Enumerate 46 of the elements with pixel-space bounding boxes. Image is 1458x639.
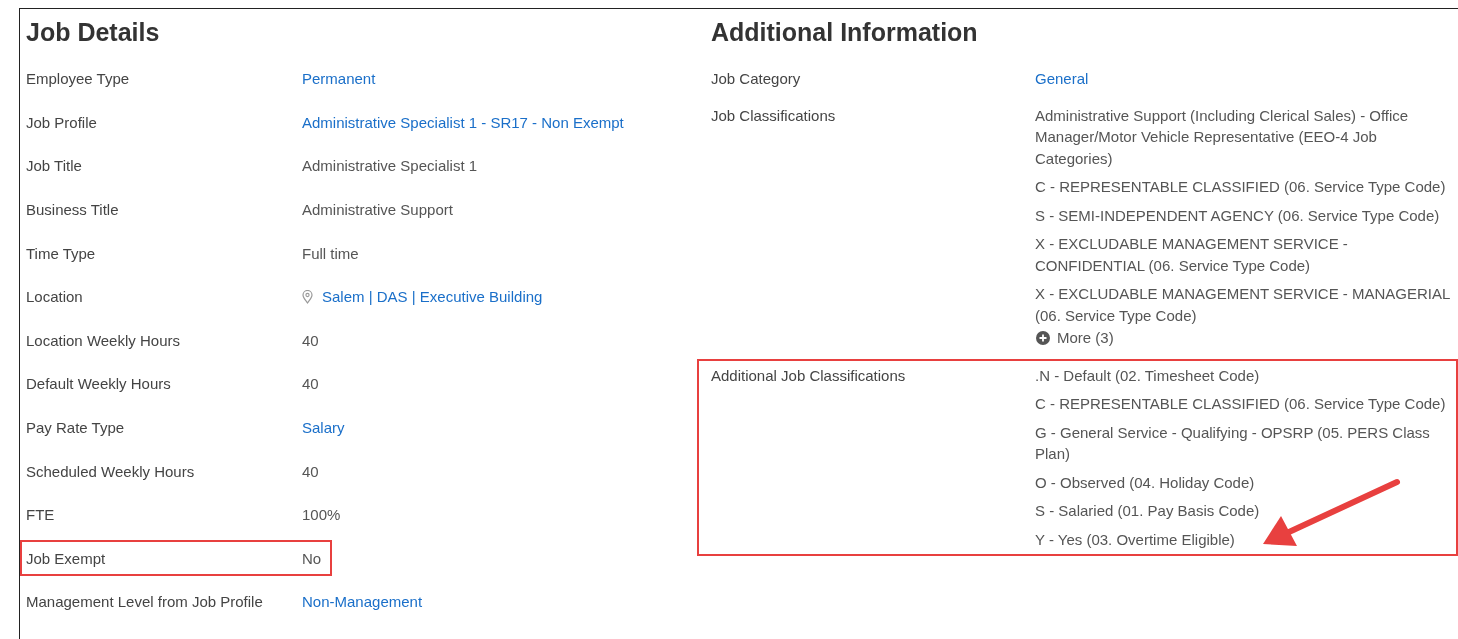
field-value: 40 — [302, 331, 319, 349]
classification-item: X - EXCLUDABLE MANAGEMENT SERVICE - MANAGERIAL (06. Service Type Code) — [1035, 284, 1451, 326]
field-label: Job Category — [711, 69, 802, 89]
classification-item: G - General Service - Qualifying - OPSRP (05. PERS Class Plan) — [1035, 422, 1431, 464]
field-label: Time Type — [26, 244, 97, 262]
field-label: Job Title — [26, 157, 83, 175]
field-label: Employee Type — [26, 70, 131, 88]
field-value: No — [302, 549, 322, 567]
classification-item: Administrative Support (Including Clerical Sales) - Office Manager/Motor Vehicle Representative (EEO-4 Job Categories) — [1035, 105, 1410, 169]
section-title: Additional Information — [711, 17, 979, 47]
location-pin-icon — [302, 289, 313, 304]
plus-icon — [1035, 329, 1051, 346]
field-link[interactable]: General — [1035, 68, 1455, 90]
field-link[interactable]: Salary — [302, 419, 345, 437]
classification-item: S - SEMI-INDEPENDENT AGENCY (06. Service Type Code) — [1035, 205, 1441, 226]
classification-item: C - REPRESENTABLE CLASSIFIED (06. Service Type Code) — [1035, 394, 1447, 414]
field-label: Job Exempt — [26, 549, 107, 567]
field-label: Business Title — [26, 201, 120, 219]
classification-item: O - Observed (04. Holiday Code) — [1035, 472, 1256, 493]
classification-item: C - REPRESENTABLE CLASSIFIED (06. Service Type Code) — [1035, 177, 1447, 197]
field-value: Full time — [302, 244, 359, 262]
more-button[interactable]: More (3) — [1035, 327, 1114, 349]
classification-item: X - EXCLUDABLE MANAGEMENT SERVICE - CONFIDENTIAL (06. Service Type Code) — [1035, 234, 1349, 276]
field-label: Pay Rate Type — [26, 419, 126, 437]
classification-item: S - Salaried (01. Pay Basis Code) — [1035, 501, 1261, 521]
field-link[interactable]: Permanent — [302, 70, 376, 88]
field-value: Administrative Support — [302, 201, 453, 219]
field-label: Job Profile — [26, 113, 98, 131]
field-link[interactable]: Non-Management — [302, 593, 423, 611]
field-label: Job Classifications — [711, 105, 837, 126]
location-link[interactable]: Salem | DAS | Executive Building — [322, 288, 543, 306]
field-value: Administrative Specialist 1 — [302, 157, 478, 175]
field-label: Management Level from Job Profile — [26, 593, 264, 611]
field-label: FTE — [26, 506, 56, 524]
field-value: 100% — [302, 506, 341, 524]
field-value: 40 — [302, 462, 319, 480]
field-link[interactable]: Administrative Specialist 1 - SR17 - Non Exempt — [302, 113, 624, 131]
field-label: Location Weekly Hours — [26, 331, 181, 349]
field-label: Additional Job Classifications — [711, 365, 907, 386]
classification-item: .N - Default (02. Timesheet Code) — [1035, 365, 1261, 386]
field-value: 40 — [302, 375, 319, 393]
classification-item: Y - Yes (03. Overtime Eligible) — [1035, 529, 1236, 550]
section-title: Job Details — [26, 17, 161, 47]
field-label: Scheduled Weekly Hours — [26, 462, 196, 480]
field-label: Location — [26, 288, 84, 306]
field-label: Default Weekly Hours — [26, 375, 172, 393]
